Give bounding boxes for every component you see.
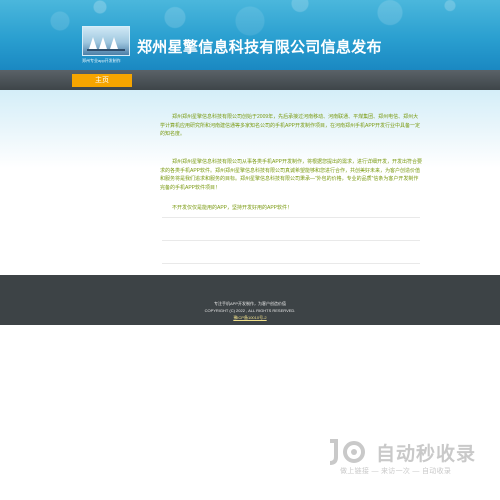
footer-slogan: 专注手机APP开发制作，为客户创造价值 xyxy=(213,301,286,306)
site-title: 郑州星擎信息科技有限公司信息发布 xyxy=(137,39,382,56)
divider xyxy=(162,263,420,264)
site-header xyxy=(0,0,500,70)
header-background-pattern xyxy=(0,0,500,70)
nav-item-home[interactable]: 主页 xyxy=(72,74,132,87)
divider xyxy=(162,240,420,241)
service-paragraph: 郑州郑州星擎信息科技有限公司从事各类手机APP开发制作，将根据您提出的需求，进行… xyxy=(160,159,423,191)
intro-paragraph: 郑州郑州星擎信息科技有限公司创始于2009年，先后承接过河南移动、河南联通、平煤… xyxy=(160,114,421,137)
watermark-title: 自动秒收录 xyxy=(376,444,477,465)
logo-sail-icon xyxy=(89,37,97,49)
watermark: 自动秒收录 做上链接 — 来访一次 — 自动收录 xyxy=(326,437,486,479)
footer-icp-link[interactable]: 豫ICP备10010号-2 xyxy=(0,315,500,321)
watermark-subtitle: 做上链接 — 来访一次 — 自动收录 xyxy=(340,468,452,475)
divider xyxy=(162,217,420,218)
logo-sail-icon xyxy=(99,37,107,49)
logo-sail-icon xyxy=(110,37,118,49)
site-slogan: 郑州专业app开发制作 xyxy=(82,58,121,63)
logo-water-line xyxy=(87,49,125,51)
site-logo[interactable] xyxy=(82,26,130,56)
watermark-logo-icon xyxy=(329,439,365,465)
footer-copyright: COPYRIGHT (C) 2022 , ALL RIGHTS RESERVED… xyxy=(204,308,296,313)
motto-paragraph: 不开发仅仅是能用的APP，坚持开发好用的APP软件！ xyxy=(172,205,293,211)
